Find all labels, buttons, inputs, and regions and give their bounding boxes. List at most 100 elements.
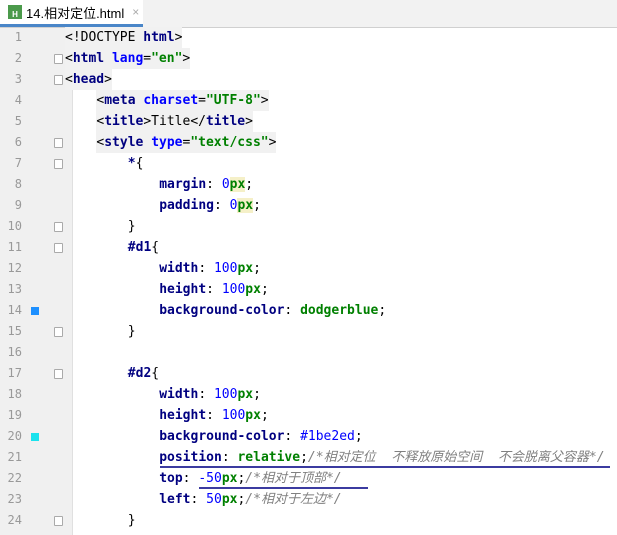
fold-icon[interactable] [54,222,63,232]
code-token: ; [253,387,261,402]
color-swatch-icon[interactable] [31,433,39,441]
line-number: 14 [7,303,22,317]
code-token: { [151,366,160,381]
line-number: 12 [7,261,22,275]
code-token: #d2 [127,366,152,381]
line-number: 13 [7,282,22,296]
code-token: px [237,198,254,213]
code-line: #d1{ [128,237,159,258]
line-number: 23 [7,492,22,506]
code-token: : [206,282,222,297]
color-swatch-icon[interactable] [31,307,39,315]
underline-annotation [160,466,610,468]
code-token: >Title</ [143,114,206,129]
code-token: } [127,324,136,339]
code-token: left [159,492,191,507]
line-number: 11 [7,240,22,254]
line-number: 4 [14,93,22,107]
fold-icon[interactable] [54,54,63,64]
code-token: background-color [159,303,285,318]
code-token: : [198,387,214,402]
code-token: px [245,408,261,423]
fold-icon[interactable] [54,243,63,253]
code-token: /*相对于顶部*/ [245,471,342,486]
code-token: /*相对定位 不释放原始空间 不会脱离父容器*/ [307,450,605,465]
code-token: "text/css" [190,135,269,150]
code-token: > [268,135,277,150]
code-token: : [213,198,230,213]
code-line: <head> [65,69,112,90]
fold-icon[interactable] [54,159,63,169]
code-token: : [206,408,222,423]
code-token: 100 [221,282,246,297]
code-line: background-color: #1be2ed; [159,426,363,447]
code-line: position: relative;/*相对定位 不释放原始空间 不会脱离父容… [159,447,604,468]
code-token: = [143,51,152,66]
fold-icon[interactable] [54,369,63,379]
code-token: meta [104,93,144,108]
code-token: : [182,471,199,486]
code-token: height [159,282,207,297]
code-token: "en" [151,51,183,66]
code-line: #d2{ [128,363,159,384]
code-line: margin: 0px; [159,174,253,195]
code-token: head [72,72,105,87]
code-line: height: 100px; [159,279,269,300]
code-token: 50 [206,492,222,507]
code-token: ; [245,177,254,192]
code-line: <title>Title</title> [96,111,253,132]
code-token: <!DOCTYPE [65,30,144,45]
file-tab[interactable]: H 14.相对定位.html × [0,0,143,27]
code-token: position [159,450,222,465]
code-token: dodgerblue [300,303,379,318]
code-token: > [245,114,253,129]
line-number: 20 [7,429,22,443]
code-token: html [143,30,175,45]
editor-tab-bar: H 14.相对定位.html × [0,0,617,28]
fold-icon[interactable] [54,75,63,85]
code-token: background-color [159,429,285,444]
fold-icon[interactable] [54,138,63,148]
code-token: : [284,429,301,444]
code-line: <meta charset="UTF-8"> [96,90,269,111]
code-token: html [72,51,112,66]
code-token: 100 [221,408,246,423]
code-token: < [65,72,73,87]
code-token: { [151,240,160,255]
code-token: ; [378,303,387,318]
code-token: -50 [198,471,222,486]
code-token: ; [260,408,269,423]
code-token: ; [300,450,308,465]
line-number: 24 [7,513,22,527]
code-token: = [198,93,206,108]
code-line: *{ [128,153,144,174]
line-number: 8 [14,177,22,191]
code-token: 0 [221,177,230,192]
code-line: top: -50px;/*相对于顶部*/ [159,468,341,489]
code-token: px [221,471,238,486]
underline-annotation [199,487,368,489]
code-token: type [151,135,183,150]
code-token: #d1 [127,240,152,255]
code-line: padding: 0px; [159,195,261,216]
fold-icon[interactable] [54,516,63,526]
code-token: /*相对于左边*/ [245,492,342,507]
code-token: : [190,492,207,507]
code-token: { [135,156,144,171]
code-token: ; [253,261,261,276]
close-icon[interactable]: × [132,5,139,19]
line-number: 9 [14,198,22,212]
code-line: } [128,510,136,531]
code-token: : [221,450,238,465]
code-line: background-color: dodgerblue; [159,300,386,321]
line-number: 19 [7,408,22,422]
code-token: > [182,51,191,66]
code-token: } [127,219,136,234]
line-number: 7 [14,156,22,170]
line-number: 6 [14,135,22,149]
code-token: ; [260,282,269,297]
html-file-icon: H [8,5,22,19]
code-line: } [128,216,136,237]
fold-icon[interactable] [54,327,63,337]
line-number: 21 [7,450,22,464]
